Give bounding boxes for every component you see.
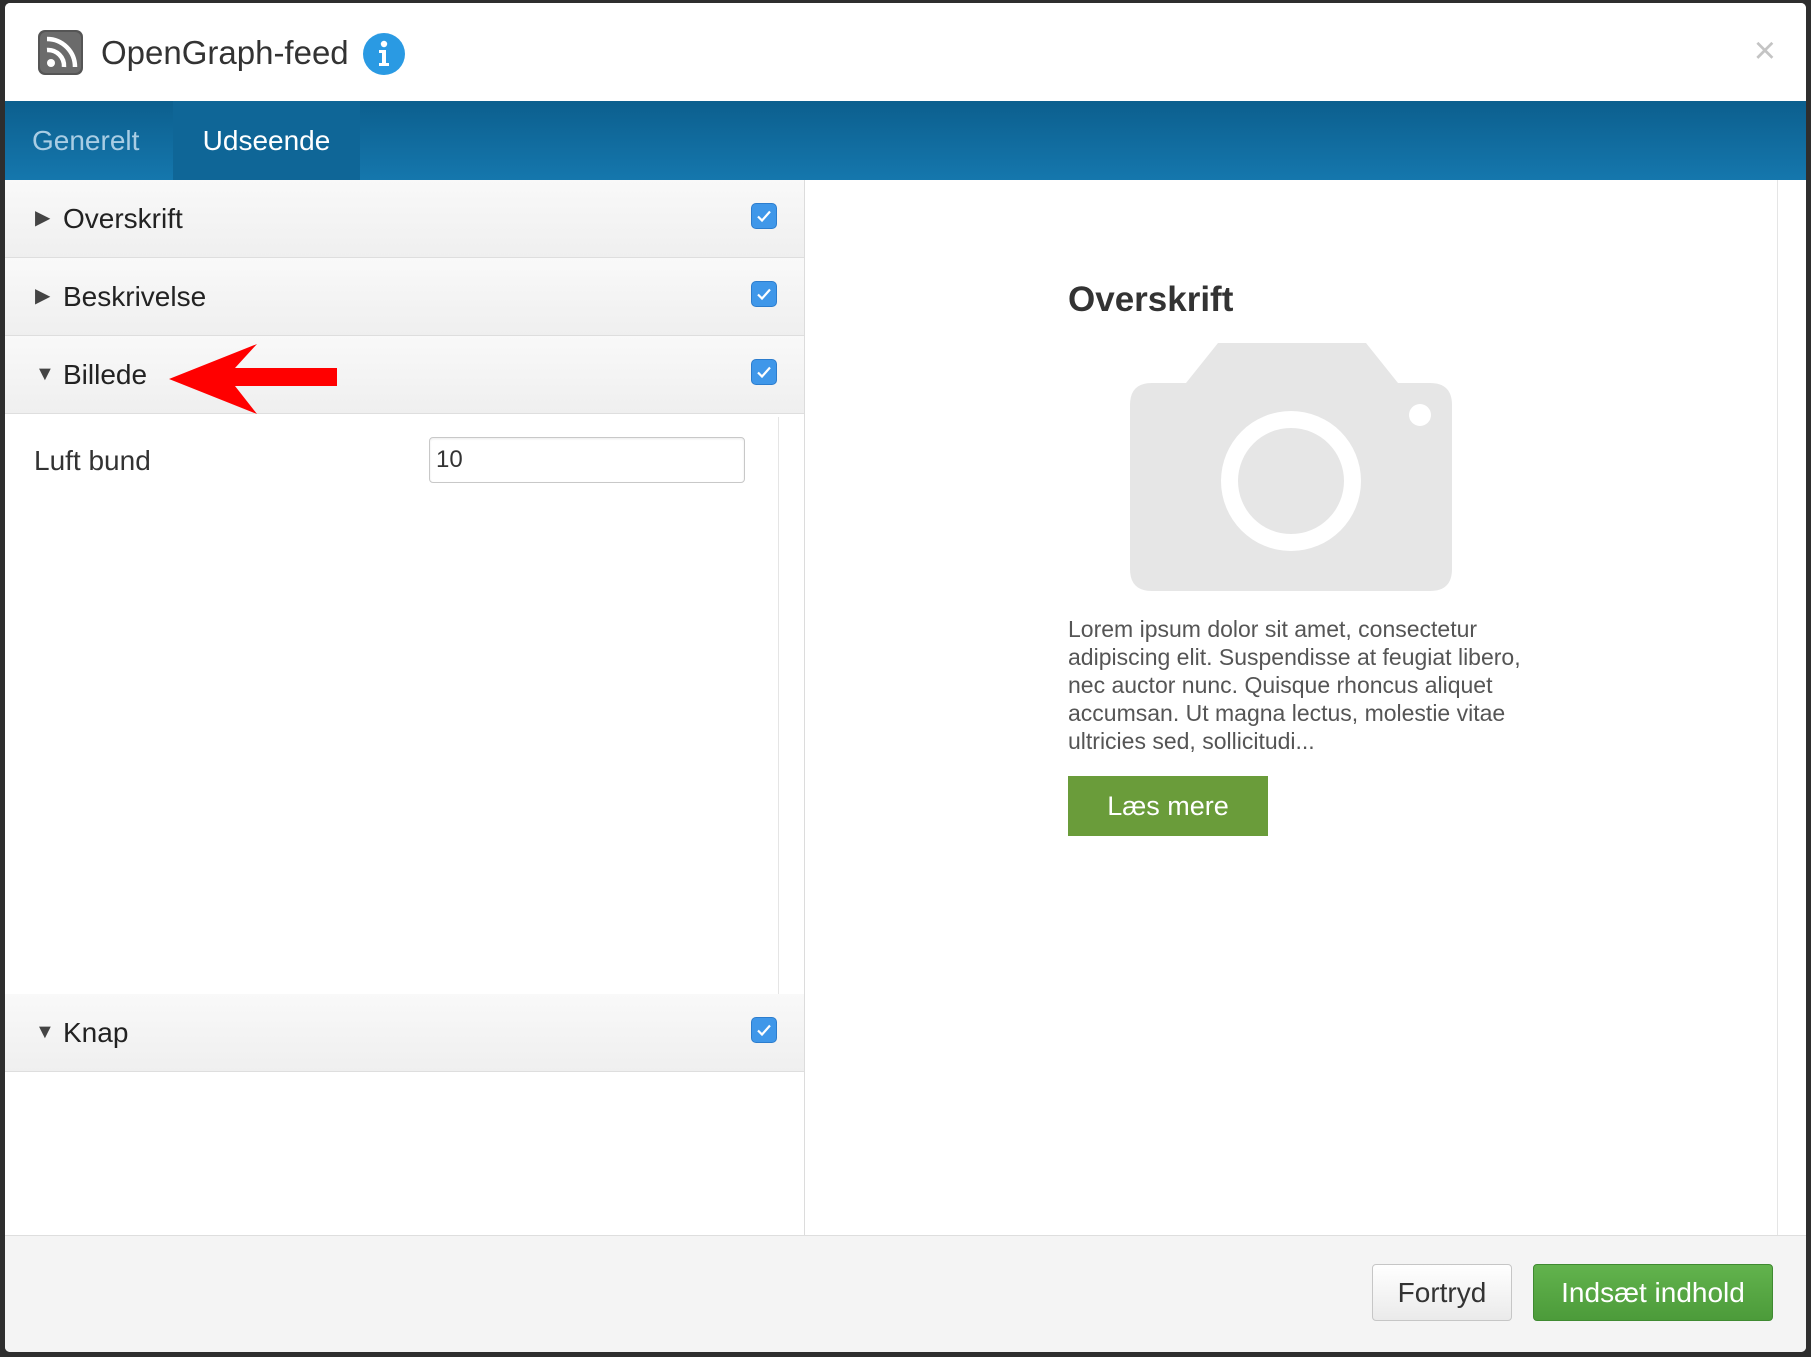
preview-description: Lorem ipsum dolor sit amet, consectetur … [1068, 616, 1521, 754]
caret-right-icon: ▶ [35, 207, 51, 229]
caret-down-icon: ▼ [35, 363, 55, 385]
section-label: Beskrivelse [63, 281, 207, 312]
info-icon[interactable] [363, 33, 405, 75]
insert-content-button[interactable]: Indsæt indhold [1533, 1264, 1773, 1321]
read-more-button[interactable]: Læs mere [1068, 776, 1268, 836]
luft-bund-label: Luft bund [34, 445, 151, 476]
section-billede[interactable]: ▼ Billede [5, 336, 804, 414]
preview-scrollbar[interactable] [1777, 180, 1806, 1235]
overskrift-checkbox[interactable] [751, 203, 777, 229]
rss-icon [38, 30, 83, 75]
billede-settings [5, 417, 779, 994]
arrow-left-icon [169, 344, 337, 414]
tab-bar: Generelt Udseende [5, 101, 1806, 180]
knap-checkbox[interactable] [751, 1017, 777, 1043]
check-icon [757, 1024, 771, 1037]
check-icon [757, 366, 771, 379]
dialog: OpenGraph-feed × Generelt Udseende ▶ Ove… [5, 3, 1806, 1352]
section-beskrivelse[interactable]: ▶ Beskrivelse [5, 258, 804, 336]
caret-right-icon: ▶ [35, 285, 51, 307]
dialog-footer: Fortryd Indsæt indhold [5, 1235, 1806, 1352]
section-overskrift[interactable]: ▶ Overskrift [5, 180, 804, 258]
tab-generelt[interactable]: Generelt [5, 101, 173, 180]
beskrivelse-checkbox[interactable] [751, 281, 777, 307]
luft-bund-input[interactable]: 10 [429, 437, 745, 483]
caret-down-icon: ▼ [35, 1021, 55, 1043]
check-icon [757, 210, 771, 223]
section-label: Knap [63, 1017, 129, 1048]
billede-checkbox[interactable] [751, 359, 777, 385]
section-label: Billede [63, 359, 148, 390]
section-label: Overskrift [63, 203, 183, 234]
dialog-title: OpenGraph-feed [101, 34, 349, 71]
camera-icon [1130, 343, 1452, 591]
tab-udseende[interactable]: Udseende [173, 101, 360, 180]
preview-title: Overskrift [1068, 280, 1234, 319]
cancel-button[interactable]: Fortryd [1372, 1264, 1512, 1321]
section-knap[interactable]: ▼ Knap [5, 994, 804, 1072]
dialog-header: OpenGraph-feed × [5, 3, 1806, 101]
close-icon[interactable]: × [1754, 32, 1776, 70]
check-icon [757, 288, 771, 301]
